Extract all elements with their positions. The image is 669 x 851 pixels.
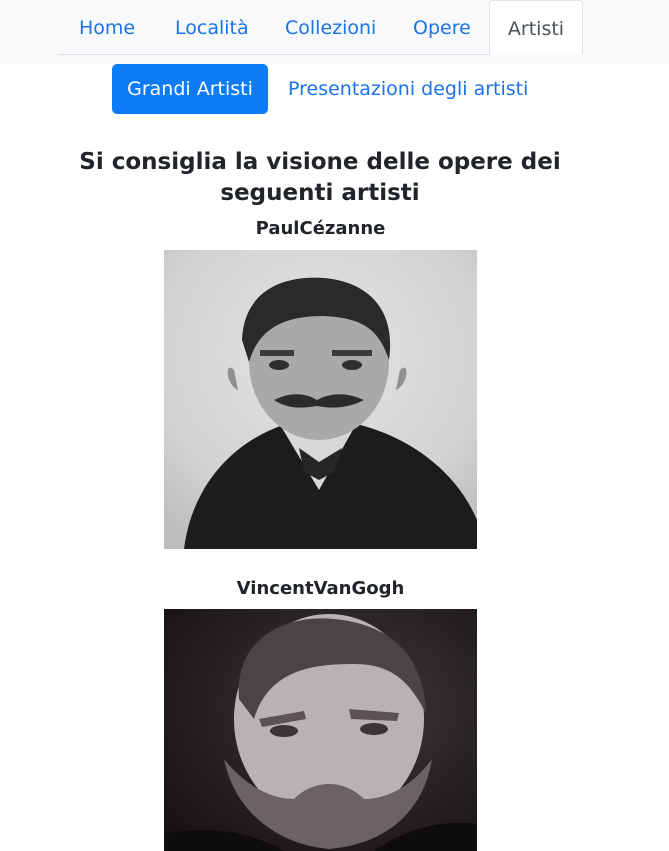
- cezanne-portrait: [164, 250, 477, 549]
- tab-opere[interactable]: Opere: [413, 0, 471, 54]
- vangogh-portrait: [164, 609, 477, 851]
- tab-artisti[interactable]: Artisti: [489, 0, 583, 55]
- tab-collezioni[interactable]: Collezioni: [285, 0, 376, 54]
- nav-tabs: Home Località Collezioni Opere Artisti: [58, 0, 583, 55]
- artist-name-cezanne: PaulCézanne: [255, 218, 386, 239]
- tab-localita[interactable]: Località: [175, 0, 249, 54]
- grandi-artisti-pill[interactable]: Grandi Artisti: [112, 64, 268, 114]
- top-navbar: Home Località Collezioni Opere Artisti: [0, 0, 669, 64]
- artist-name-vangogh: VincentVanGogh: [236, 578, 405, 599]
- presentazioni-artisti-link[interactable]: Presentazioni degli artisti: [288, 64, 528, 114]
- page-heading: Si consiglia la visione delle opere dei …: [79, 149, 561, 206]
- tab-home[interactable]: Home: [79, 0, 135, 54]
